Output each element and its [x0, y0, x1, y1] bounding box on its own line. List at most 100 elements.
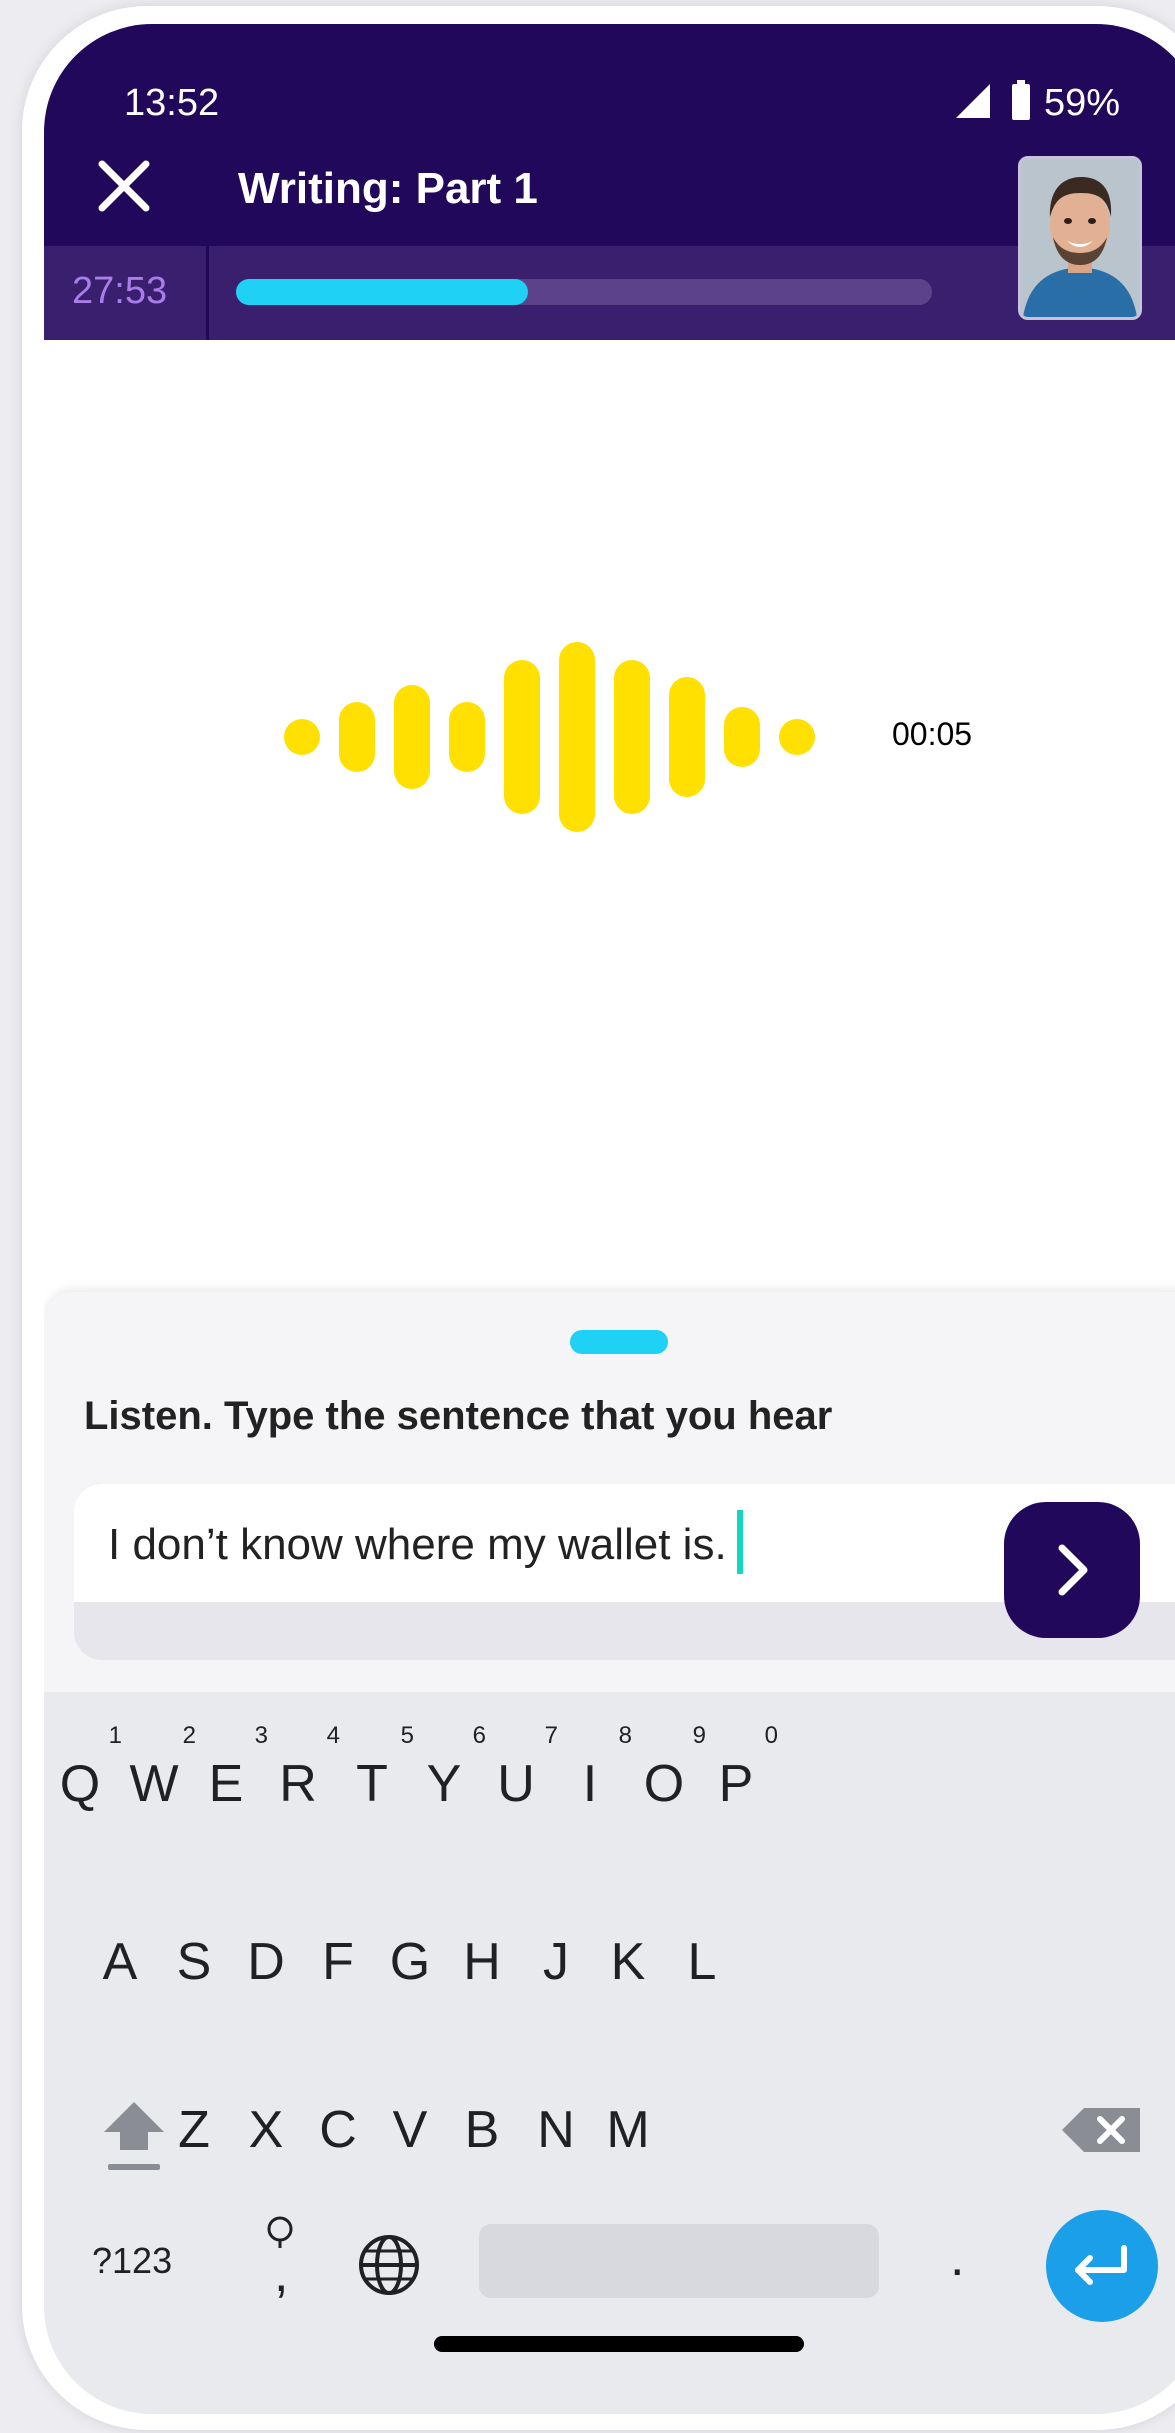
- status-bar: 13:52 59%: [44, 24, 1175, 134]
- submit-button[interactable]: [1004, 1502, 1140, 1638]
- avatar: [1018, 156, 1142, 320]
- battery-icon: [1012, 80, 1030, 120]
- key[interactable]: T5: [332, 1724, 414, 1834]
- key[interactable]: Y6: [404, 1724, 486, 1834]
- key-label: E: [208, 1755, 244, 1813]
- enter-icon: [1075, 2245, 1127, 2285]
- key[interactable]: A: [80, 1912, 160, 2012]
- key-label: K: [610, 1933, 646, 1991]
- key[interactable]: E3: [186, 1724, 268, 1834]
- globe-icon: [359, 2235, 419, 2295]
- key-label: F: [322, 1933, 354, 1991]
- key[interactable]: G: [370, 1912, 450, 2012]
- app-screen: 13:52 59% Writing: Part 1 27:53 00:05 Li…: [44, 24, 1175, 2414]
- key[interactable]: K: [588, 1912, 668, 2012]
- progress-fill: [236, 279, 529, 305]
- key-label: Y: [426, 1755, 462, 1813]
- key[interactable]: N: [516, 2080, 596, 2180]
- language-key[interactable]: [356, 2232, 422, 2298]
- key[interactable]: O9: [624, 1724, 706, 1834]
- key[interactable]: R4: [258, 1724, 340, 1834]
- header: 13:52 59% Writing: Part 1 27:53: [44, 24, 1175, 340]
- status-time: 13:52: [124, 82, 220, 124]
- key-label: H: [463, 1933, 501, 1991]
- answer-input-field[interactable]: I don’t know where my wallet is.: [108, 1510, 743, 1575]
- key-label: I: [582, 1755, 598, 1813]
- page-title: Writing: Part 1: [238, 164, 538, 213]
- waveform-bar: [339, 702, 375, 772]
- key[interactable]: U7: [476, 1724, 558, 1834]
- key-label: W: [129, 1755, 179, 1813]
- text-cursor: [736, 1510, 743, 1575]
- waveform-bar: [614, 660, 650, 814]
- audio-waveform-play[interactable]: [284, 642, 884, 832]
- key[interactable]: M: [588, 2080, 668, 2180]
- key-label: T: [356, 1755, 388, 1813]
- key-hint: 0: [764, 1722, 778, 1749]
- key[interactable]: I8: [550, 1724, 632, 1834]
- comma-label: ,: [274, 2245, 289, 2303]
- key-label: S: [176, 1933, 212, 1991]
- key[interactable]: F: [298, 1912, 378, 2012]
- close-icon: [98, 160, 150, 212]
- key-label: Q: [59, 1755, 101, 1813]
- waveform-bar: [779, 719, 815, 755]
- waveform-bar: [504, 660, 540, 814]
- key[interactable]: H: [442, 1912, 522, 2012]
- waveform-bar: [724, 707, 760, 767]
- key[interactable]: J: [516, 1912, 596, 2012]
- backspace-icon: [1062, 2108, 1140, 2152]
- countdown-timer: 27:53: [72, 270, 168, 312]
- key[interactable]: D: [226, 1912, 306, 2012]
- symbols-key[interactable]: ?123: [92, 2240, 172, 2282]
- key[interactable]: C: [298, 2080, 378, 2180]
- instruction-text: Listen. Type the sentence that you hear: [84, 1394, 833, 1438]
- waveform-bar: [284, 719, 320, 755]
- key[interactable]: L: [662, 1912, 742, 2012]
- key[interactable]: Q1: [44, 1724, 122, 1834]
- period-key[interactable]: .: [950, 2228, 964, 2288]
- shift-key[interactable]: [94, 2080, 174, 2180]
- key-label: O: [643, 1755, 685, 1813]
- waveform-bar: [559, 642, 595, 832]
- waveform-bar: [669, 677, 705, 797]
- avatar-image: [1021, 159, 1139, 317]
- key[interactable]: X: [226, 2080, 306, 2180]
- key[interactable]: W2: [114, 1724, 196, 1834]
- battery-percent: 59%: [1044, 82, 1121, 124]
- key-label: M: [606, 2101, 650, 2159]
- key-label: L: [687, 1933, 717, 1991]
- sheet-drag-handle[interactable]: [570, 1330, 668, 1354]
- key-label: U: [497, 1755, 535, 1813]
- signal-icon: [956, 84, 990, 118]
- key-label: V: [392, 2101, 428, 2159]
- answer-value: I don’t know where my wallet is.: [108, 1520, 727, 1569]
- waveform-bar: [394, 685, 430, 789]
- key-label: A: [102, 1933, 138, 1991]
- home-indicator[interactable]: [434, 2336, 804, 2352]
- keyboard: Q1W2E3R4T5Y6U7I8O9P0 ASDFGHJKL ZXCVBNM ?…: [44, 1692, 1175, 2414]
- key[interactable]: V: [370, 2080, 450, 2180]
- key-label: J: [543, 1933, 569, 1991]
- key-label: G: [389, 1933, 431, 1991]
- shift-icon: [104, 2102, 164, 2170]
- key[interactable]: P0: [696, 1724, 778, 1834]
- key[interactable]: B: [442, 2080, 522, 2180]
- enter-key[interactable]: [1046, 2210, 1158, 2322]
- progress-row: 27:53: [44, 246, 1175, 340]
- backspace-key[interactable]: [1054, 2080, 1154, 2180]
- status-icons: 59%: [956, 78, 1175, 128]
- close-button[interactable]: [92, 154, 156, 218]
- key-label: B: [464, 2101, 500, 2159]
- progress-bar: [236, 279, 932, 305]
- audio-duration: 00:05: [892, 716, 973, 752]
- chevron-right-icon: [1058, 1544, 1088, 1596]
- key-label: N: [537, 2101, 575, 2159]
- key-label: X: [248, 2101, 284, 2159]
- key-label: P: [718, 1755, 754, 1813]
- key[interactable]: S: [154, 1912, 234, 2012]
- comma-key[interactable]: ,: [256, 2214, 306, 2304]
- space-key[interactable]: [479, 2224, 879, 2298]
- key-label: D: [247, 1933, 285, 1991]
- key-label: C: [319, 2101, 357, 2159]
